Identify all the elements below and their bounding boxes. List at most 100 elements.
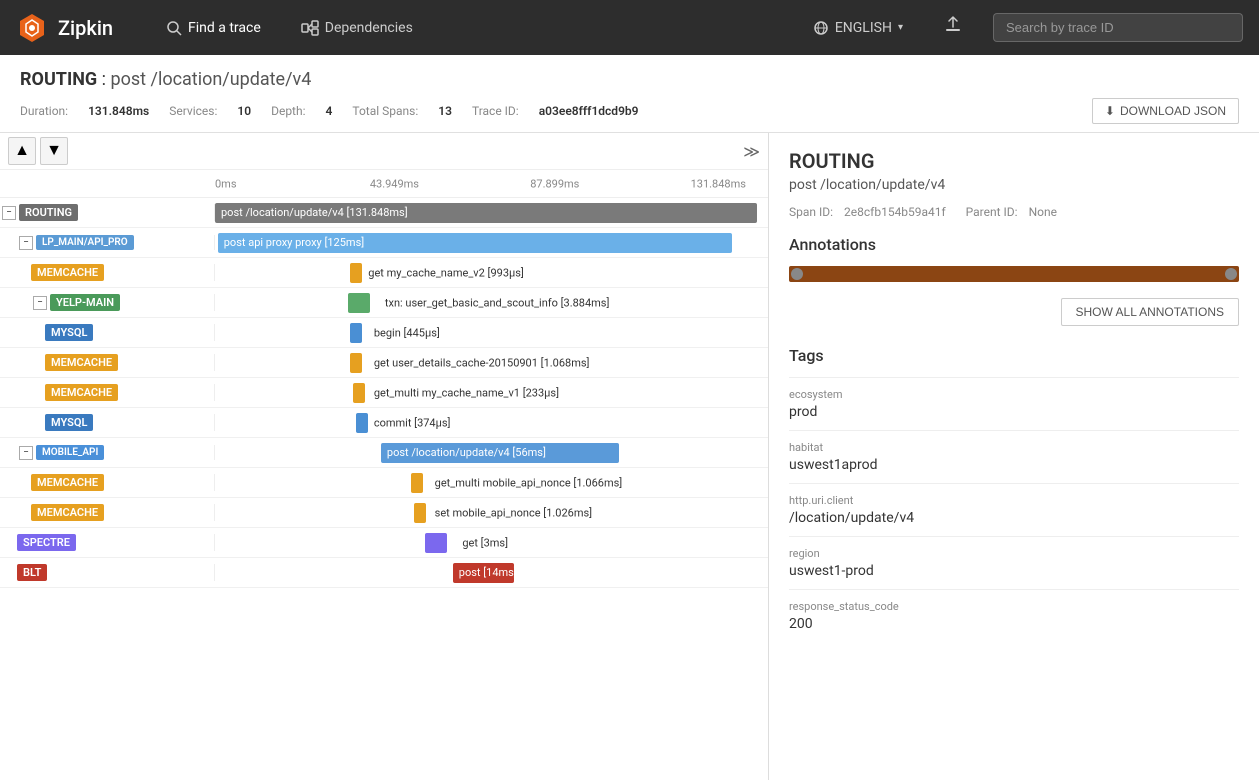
annotation-bar: [789, 266, 1239, 282]
trace-service-name: ROUTING: [20, 69, 97, 90]
collapse-all-button[interactable]: ▲: [8, 137, 36, 165]
trace-title: ROUTING : post /location/update/v4: [20, 69, 1239, 90]
collapse-routing-button[interactable]: −: [2, 206, 16, 220]
expand-all-button[interactable]: ▼: [40, 137, 68, 165]
span-bar-memcache5[interactable]: [414, 503, 426, 523]
span-bar-cell-mobile-api[interactable]: post /location/update/v4 [56ms]: [215, 438, 768, 467]
span-bar-mobile-api[interactable]: post /location/update/v4 [56ms]: [381, 443, 619, 463]
service-cell-mysql1: MYSQL: [0, 324, 215, 341]
dependencies-label: Dependencies: [325, 20, 413, 36]
span-bar-cell-yelp-main[interactable]: txn: user_get_basic_and_scout_info [3.88…: [215, 288, 768, 317]
span-bar-memcache4[interactable]: [411, 473, 423, 493]
service-badge-spectre: SPECTRE: [17, 534, 76, 551]
collapse-lp-main-button[interactable]: −: [19, 236, 33, 250]
span-bar-cell-spectre[interactable]: get [3ms]: [215, 528, 768, 557]
span-bar-cell-mysql2[interactable]: commit [374μs]: [215, 408, 768, 437]
tag-row-response-status: response_status_code 200: [789, 589, 1239, 642]
download-json-button[interactable]: ⬇ DOWNLOAD JSON: [1092, 98, 1239, 124]
search-icon: [166, 20, 182, 36]
span-bar-cell-blt[interactable]: post [14ms]: [215, 558, 768, 587]
globe-icon: [813, 20, 829, 36]
upload-icon: [943, 15, 963, 35]
service-cell-memcache3: MEMCACHE: [0, 384, 215, 401]
dependencies-icon: [301, 20, 319, 36]
span-row-mobile-api[interactable]: − MOBILE_API post /location/update/v4 [5…: [0, 438, 768, 468]
show-annotations-button[interactable]: SHOW ALL ANNOTATIONS: [1061, 298, 1239, 326]
span-row-mysql1[interactable]: MYSQL begin [445μs]: [0, 318, 768, 348]
collapse-yelp-main-button[interactable]: −: [33, 296, 47, 310]
expand-panel-icon[interactable]: ≫: [743, 142, 760, 161]
trace-id-label: Trace ID:: [472, 104, 519, 118]
total-spans-label: Total Spans:: [352, 104, 418, 118]
span-bar-memcache1[interactable]: [350, 263, 362, 283]
tag-key-habitat: habitat: [789, 441, 1239, 454]
span-row-mysql2[interactable]: MYSQL commit [374μs]: [0, 408, 768, 438]
span-row-yelp-main[interactable]: − YELP-MAIN txn: user_get_basic_and_scou…: [0, 288, 768, 318]
service-cell-mysql2: MYSQL: [0, 414, 215, 431]
tag-value-ecosystem: prod: [789, 404, 1239, 420]
service-cell-memcache4: MEMCACHE: [0, 474, 215, 491]
detail-service-name: ROUTING: [789, 149, 1239, 173]
span-bar-mysql1[interactable]: [350, 323, 362, 343]
app-name: Zipkin: [58, 16, 113, 40]
span-row-lp-main[interactable]: − LP_MAIN/API_PRO post api proxy proxy […: [0, 228, 768, 258]
search-input[interactable]: [993, 13, 1243, 42]
service-cell-blt: BLT: [0, 564, 215, 581]
span-row-blt[interactable]: BLT post [14ms]: [0, 558, 768, 588]
tag-value-response-status: 200: [789, 616, 1239, 632]
span-bar-memcache2[interactable]: [350, 353, 362, 373]
span-row-memcache5[interactable]: MEMCACHE set mobile_api_nonce [1.026ms]: [0, 498, 768, 528]
span-bar-cell-lp-main[interactable]: post api proxy proxy [125ms]: [215, 228, 768, 257]
language-selector[interactable]: ENGLISH ▾: [803, 14, 913, 42]
detail-panel: ROUTING post /location/update/v4 Span ID…: [769, 133, 1259, 780]
service-badge-memcache5: MEMCACHE: [31, 504, 104, 521]
span-label-memcache3: get_multi my_cache_name_v1 [233μs]: [370, 386, 559, 399]
services-value: 10: [237, 104, 251, 118]
upload-button[interactable]: [933, 9, 973, 46]
span-row-routing[interactable]: − ROUTING post /location/update/v4 [131.…: [0, 198, 768, 228]
span-bar-memcache3[interactable]: [353, 383, 365, 403]
tag-row-http-uri: http.uri.client /location/update/v4: [789, 483, 1239, 536]
span-label-mysql2: commit [374μs]: [370, 416, 451, 429]
span-bar-cell-mysql1[interactable]: begin [445μs]: [215, 318, 768, 347]
span-row-memcache3[interactable]: MEMCACHE get_multi my_cache_name_v1 [233…: [0, 378, 768, 408]
span-bar-cell-memcache2[interactable]: get user_details_cache-20150901 [1.068ms…: [215, 348, 768, 377]
find-trace-nav[interactable]: Find a trace: [156, 14, 271, 42]
span-bar-cell-routing[interactable]: post /location/update/v4 [131.848ms]: [215, 198, 768, 227]
logo-area[interactable]: Zipkin: [16, 12, 136, 44]
span-bar-yelp-main[interactable]: [348, 293, 370, 313]
span-bar-spectre[interactable]: [425, 533, 447, 553]
service-badge-memcache1: MEMCACHE: [31, 264, 104, 281]
service-badge-mobile-api: MOBILE_API: [36, 445, 104, 460]
service-badge-routing: ROUTING: [19, 204, 78, 221]
tag-value-http-uri: /location/update/v4: [789, 510, 1239, 526]
span-row-memcache1[interactable]: MEMCACHE get my_cache_name_v2 [993μs]: [0, 258, 768, 288]
span-bar-mysql2[interactable]: [356, 413, 368, 433]
span-bar-cell-memcache5[interactable]: set mobile_api_nonce [1.026ms]: [215, 498, 768, 527]
service-badge-mysql2: MYSQL: [45, 414, 93, 431]
span-bar-cell-memcache1[interactable]: get my_cache_name_v2 [993μs]: [215, 258, 768, 287]
span-bar-cell-memcache4[interactable]: get_multi mobile_api_nonce [1.066ms]: [215, 468, 768, 497]
detail-path: post /location/update/v4: [789, 177, 1239, 193]
service-cell-routing: − ROUTING: [0, 204, 215, 221]
tag-value-region: uswest1-prod: [789, 563, 1239, 579]
spans-container: − ROUTING post /location/update/v4 [131.…: [0, 198, 768, 775]
timeline-header: 0ms 43.949ms 87.899ms 131.848ms: [0, 170, 768, 198]
span-bar-routing[interactable]: post /location/update/v4 [131.848ms]: [215, 203, 757, 223]
parent-id-label: Parent ID:: [966, 205, 1018, 219]
span-label-spectre: get [3ms]: [458, 536, 508, 549]
tag-value-habitat: uswest1aprod: [789, 457, 1239, 473]
service-badge-memcache2: MEMCACHE: [45, 354, 118, 371]
span-bar-lp-main[interactable]: post api proxy proxy [125ms]: [218, 233, 732, 253]
span-bar-cell-memcache3[interactable]: get_multi my_cache_name_v1 [233μs]: [215, 378, 768, 407]
time-mark-1: 43.949ms: [370, 177, 419, 190]
dependencies-nav[interactable]: Dependencies: [291, 14, 423, 42]
span-bar-blt[interactable]: post [14ms]: [453, 563, 514, 583]
span-label-mysql1: begin [445μs]: [370, 326, 440, 339]
span-row-memcache4[interactable]: MEMCACHE get_multi mobile_api_nonce [1.0…: [0, 468, 768, 498]
trace-header: ROUTING : post /location/update/v4 Durat…: [0, 55, 1259, 133]
collapse-mobile-api-button[interactable]: −: [19, 446, 33, 460]
span-row-spectre[interactable]: SPECTRE get [3ms]: [0, 528, 768, 558]
trace-meta: Duration: 131.848ms Services: 10 Depth: …: [20, 98, 1239, 124]
span-row-memcache2[interactable]: MEMCACHE get user_details_cache-20150901…: [0, 348, 768, 378]
